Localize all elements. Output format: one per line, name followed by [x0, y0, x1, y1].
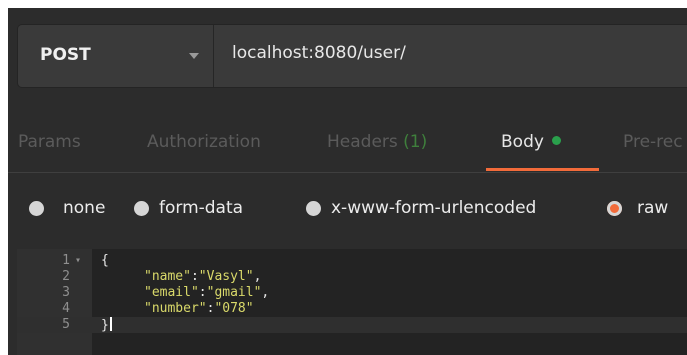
radio-none[interactable] [29, 201, 44, 216]
method-select[interactable]: POST [18, 25, 214, 87]
body-active-dot-icon [551, 136, 561, 145]
radio-raw[interactable] [607, 201, 622, 216]
tab-params[interactable]: Params [18, 132, 81, 152]
radio-label-urlencoded: x-www-form-urlencoded [331, 198, 537, 218]
active-tab-underline [486, 168, 599, 171]
radio-label-none: none [63, 198, 106, 218]
code-editor[interactable]: 1 ▾ { 2 "name":"Vasyl", 3 "email":"gmail… [17, 249, 687, 355]
editor-line: 2 "name":"Vasyl", [62, 269, 262, 284]
headers-count-badge: (1) [403, 132, 428, 152]
url-input[interactable]: localhost:8080/user/ [232, 43, 406, 63]
editor-line-active: 5 } [17, 317, 687, 333]
editor-line: 3 "email":"gmail", [62, 285, 270, 300]
radio-label-form-data: form-data [159, 198, 244, 218]
editor-line: 4 "number":"078" [62, 301, 254, 316]
tab-headers[interactable]: Headers (1) [327, 132, 427, 152]
postman-window: POST localhost:8080/user/ Params Authori… [8, 8, 687, 355]
tab-pre-request[interactable]: Pre-rec [623, 132, 683, 152]
method-label: POST [40, 45, 91, 65]
body-type-options: none form-data x-www-form-urlencoded raw [8, 190, 687, 230]
request-url-bar: POST localhost:8080/user/ [17, 24, 687, 88]
radio-urlencoded[interactable] [306, 201, 321, 216]
tab-authorization[interactable]: Authorization [147, 132, 261, 152]
radio-form-data[interactable] [134, 201, 149, 216]
fold-arrow-icon[interactable]: ▾ [75, 253, 81, 269]
tab-body[interactable]: Body [501, 132, 561, 152]
text-cursor [109, 317, 112, 331]
chevron-down-icon [189, 53, 199, 59]
radio-label-raw: raw [637, 198, 669, 218]
editor-line: 1 ▾ { [62, 253, 109, 269]
request-tabs: Params Authorization Headers (1) Body Pr… [8, 124, 687, 173]
